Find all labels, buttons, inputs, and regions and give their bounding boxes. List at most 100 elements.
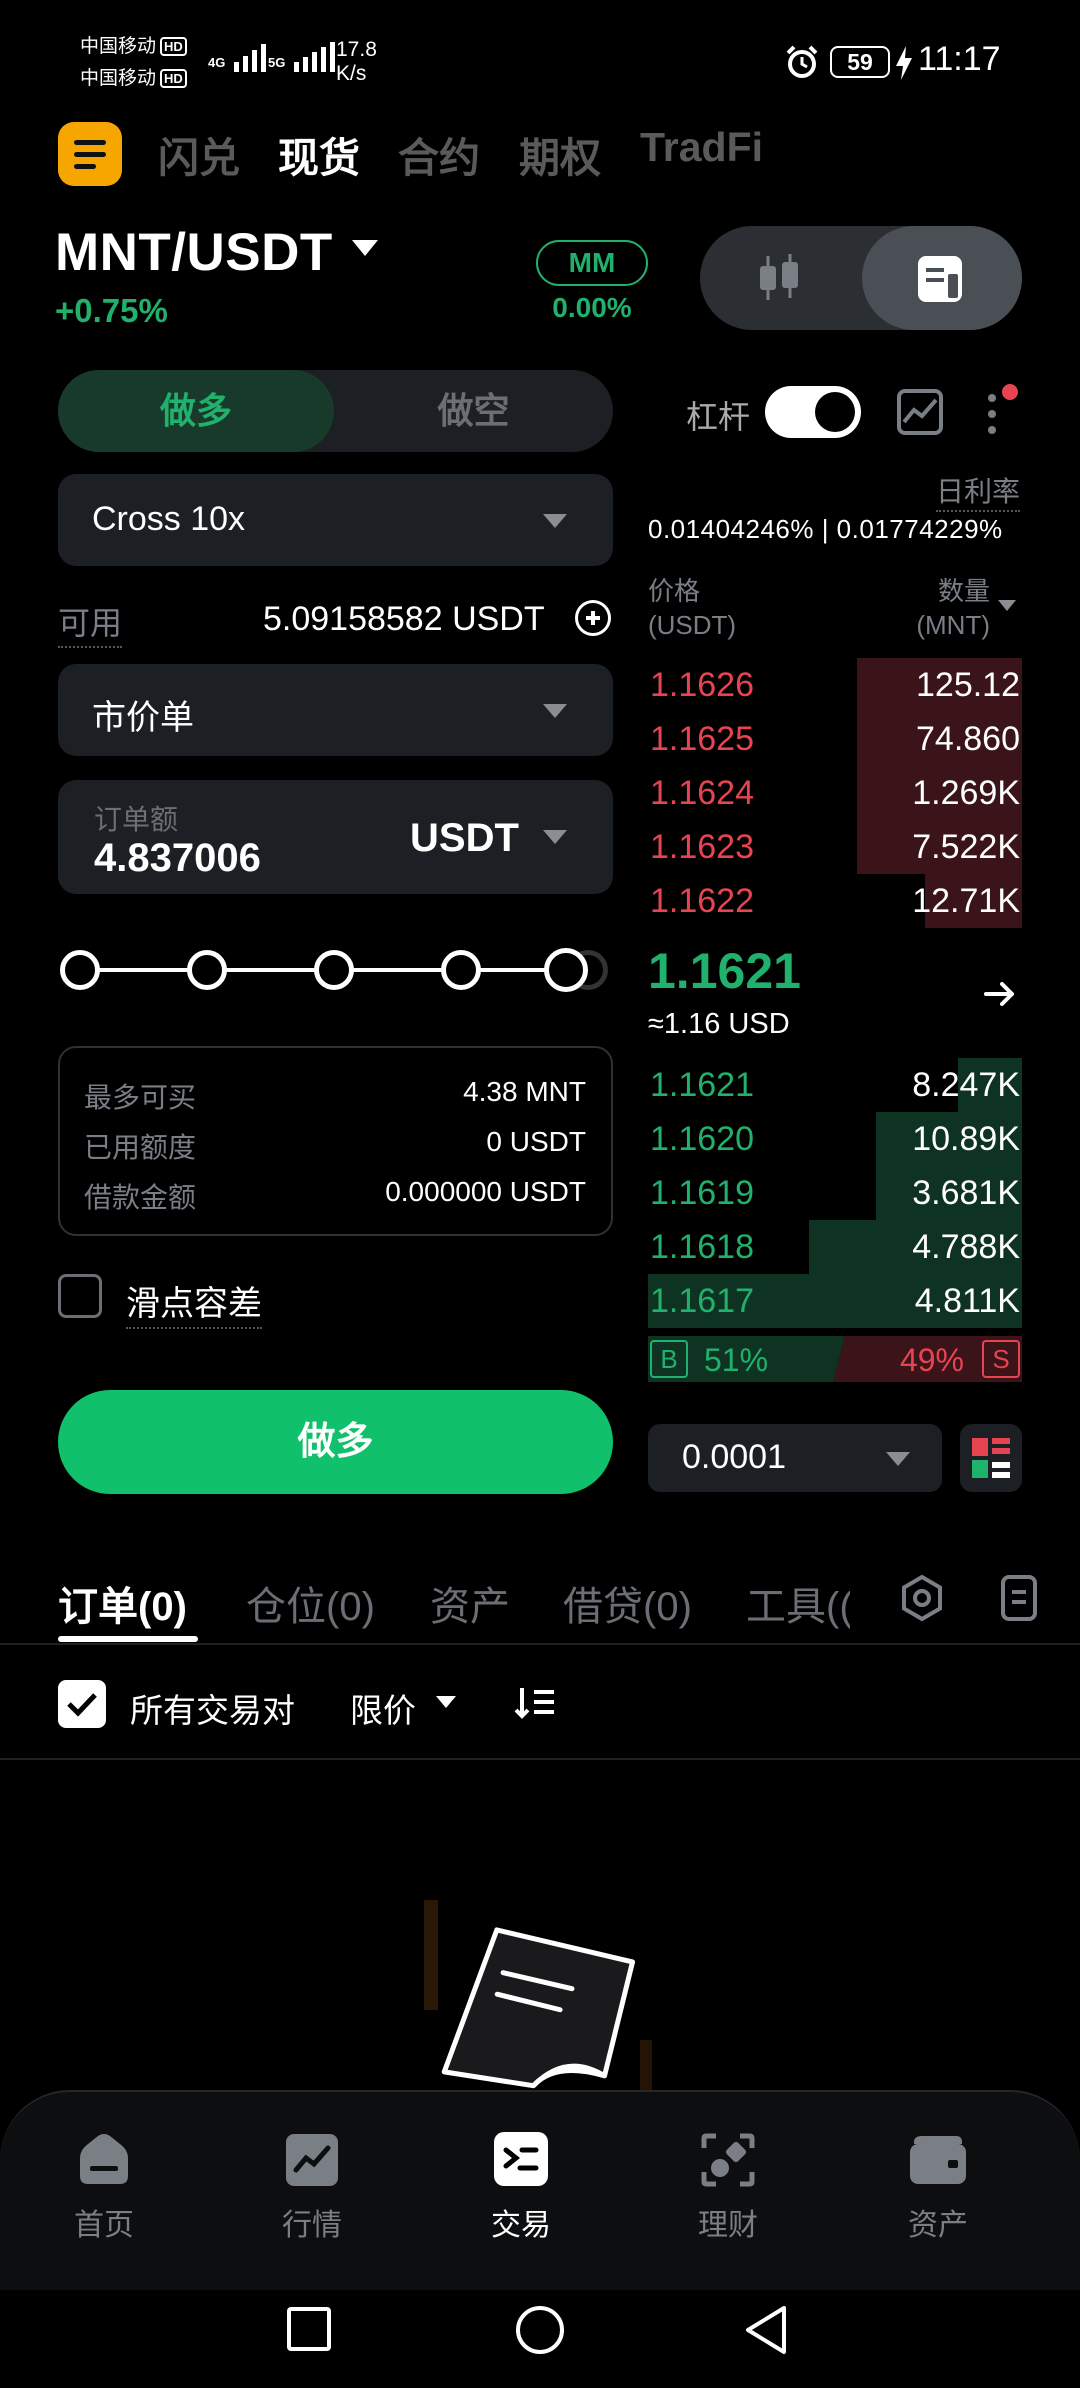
ask-price: 1.1626 — [650, 666, 754, 704]
long-tab[interactable]: 做多 — [58, 370, 334, 452]
ask-qty: 74.860 — [916, 720, 1020, 758]
net-speed-value: 17.8 — [336, 38, 377, 61]
ask-row[interactable]: 1.1626 125.12 — [648, 658, 1022, 712]
status-bar: 中国移动 HD 中国移动 HD 4G 5G 17.8 K/s 59 11:17 — [0, 0, 1080, 110]
view-toggle[interactable] — [700, 226, 1022, 330]
bid-row[interactable]: 1.1617 4.811K — [648, 1274, 1022, 1328]
depth-step-value: 0.0001 — [682, 1438, 786, 1476]
tab-contract[interactable]: 合约 — [398, 124, 480, 184]
nav-assets[interactable]: 资产 — [858, 2200, 1018, 2244]
chevron-down-icon — [543, 704, 567, 718]
ask-row[interactable]: 1.1623 7.522K — [648, 820, 1022, 874]
margin-mode-select[interactable]: Cross 10x — [58, 474, 613, 566]
nav-home[interactable]: 首页 — [24, 2200, 184, 2244]
order-filter-select[interactable]: 限价 — [350, 1684, 416, 1732]
add-funds-icon[interactable] — [575, 600, 611, 636]
leverage-label: 杠杆 — [686, 399, 751, 435]
order-amount-input[interactable]: 4.837006 — [94, 836, 261, 881]
depth-step-select[interactable]: 0.0001 — [648, 1424, 942, 1492]
nav-market[interactable]: 行情 — [232, 2200, 392, 2244]
signal-icon-1: 4G — [208, 42, 270, 72]
menu-line — [74, 164, 96, 169]
sort-icon[interactable] — [514, 1686, 556, 1720]
all-pairs-label[interactable]: 所有交易对 — [130, 1684, 295, 1732]
slider-stop-75[interactable] — [441, 950, 481, 990]
book-layout-icon[interactable] — [960, 1424, 1022, 1492]
short-tab[interactable]: 做空 — [334, 370, 613, 452]
earn-icon[interactable] — [700, 2132, 756, 2188]
alarm-icon — [786, 45, 818, 78]
pair-symbol[interactable]: MNT/USDT — [55, 222, 333, 283]
menu-line — [74, 140, 106, 145]
order-type-select[interactable]: 市价单 — [58, 664, 613, 756]
menu-button[interactable] — [58, 122, 122, 186]
recent-apps-icon[interactable] — [286, 2306, 332, 2352]
long-submit-button[interactable]: 做多 — [58, 1390, 613, 1494]
chevron-down-icon[interactable] — [998, 600, 1016, 611]
slider-stop-50[interactable] — [314, 950, 354, 990]
slider-stop-0[interactable] — [60, 950, 100, 990]
tab-options[interactable]: 期权 — [519, 124, 601, 184]
slider-handle[interactable] — [544, 948, 588, 992]
ask-row[interactable]: 1.1625 74.860 — [648, 712, 1022, 766]
leverage-toggle[interactable] — [765, 386, 861, 438]
nav-earn[interactable]: 理财 — [648, 2200, 808, 2244]
arrow-right-icon[interactable] — [982, 976, 1018, 1012]
chevron-down-icon — [543, 514, 567, 528]
battery-level: 59 — [847, 49, 873, 75]
document-icon[interactable] — [1000, 1574, 1038, 1622]
margin-mode-value: Cross 10x — [92, 500, 246, 538]
carrier-2: 中国移动 HD — [80, 64, 187, 94]
order-amount-field[interactable]: 订单额 4.837006 USDT — [58, 780, 613, 894]
all-pairs-checkbox[interactable] — [58, 1680, 106, 1728]
ask-price: 1.1624 — [650, 774, 754, 812]
check-icon — [67, 1693, 97, 1717]
mm-badge[interactable]: MM — [536, 240, 648, 286]
slippage-label[interactable]: 滑点容差 — [126, 1276, 262, 1329]
chart-icon[interactable] — [896, 388, 944, 436]
max-buy-label: 最多可买 — [84, 1082, 197, 1113]
chevron-down-icon[interactable] — [352, 240, 378, 256]
qty-header[interactable]: 数量 (MNT) — [900, 574, 990, 642]
charging-icon — [896, 46, 912, 80]
empty-state-icon — [424, 1900, 652, 2100]
bid-row[interactable]: 1.1619 3.681K — [648, 1166, 1022, 1220]
home-icon[interactable] — [76, 2132, 132, 2188]
tab-positions[interactable]: 仓位(0) — [246, 1574, 375, 1632]
home-button-icon[interactable] — [514, 2304, 566, 2356]
order-amount-label: 订单额 — [94, 804, 179, 835]
order-form-icon[interactable] — [916, 254, 964, 304]
ask-row[interactable]: 1.1624 1.269K — [648, 766, 1022, 820]
bid-qty: 4.811K — [914, 1282, 1020, 1320]
bid-price: 1.1618 — [650, 1228, 754, 1266]
tab-tradfi[interactable]: TradFi — [640, 124, 763, 171]
candlestick-icon[interactable] — [754, 252, 804, 304]
bid-row[interactable]: 1.1618 4.788K — [648, 1220, 1022, 1274]
bid-row[interactable]: 1.1621 8.247K — [648, 1058, 1022, 1112]
settings-icon[interactable] — [898, 1574, 946, 1622]
trade-icon[interactable] — [492, 2130, 550, 2188]
ask-qty: 12.71K — [912, 882, 1020, 920]
more-icon[interactable] — [988, 392, 998, 438]
tab-orders[interactable]: 订单(0) — [58, 1574, 187, 1632]
bid-price: 1.1617 — [650, 1282, 754, 1320]
back-icon[interactable] — [742, 2304, 790, 2356]
chevron-down-icon[interactable] — [543, 830, 567, 844]
slider-stop-25[interactable] — [187, 950, 227, 990]
notification-dot — [1002, 384, 1018, 400]
signal-bars-icon — [293, 42, 335, 72]
tab-assets[interactable]: 资产 — [430, 1574, 510, 1632]
nav-trade[interactable]: 交易 — [441, 2200, 601, 2244]
chevron-down-icon[interactable] — [436, 1696, 456, 1708]
price-header-label: 价格 — [648, 576, 701, 606]
tab-swap[interactable]: 闪兑 — [158, 124, 240, 184]
wallet-icon[interactable] — [908, 2134, 968, 2186]
bid-row[interactable]: 1.1620 10.89K — [648, 1112, 1022, 1166]
tab-loans[interactable]: 借贷(0) — [563, 1574, 692, 1632]
tab-spot[interactable]: 现货 — [278, 124, 360, 184]
slippage-checkbox[interactable] — [58, 1274, 102, 1318]
order-amount-unit[interactable]: USDT — [410, 816, 519, 861]
ask-row[interactable]: 1.1622 12.71K — [648, 874, 1022, 928]
market-icon[interactable] — [284, 2132, 340, 2188]
tab-tools[interactable]: 工具(( — [746, 1574, 850, 1632]
